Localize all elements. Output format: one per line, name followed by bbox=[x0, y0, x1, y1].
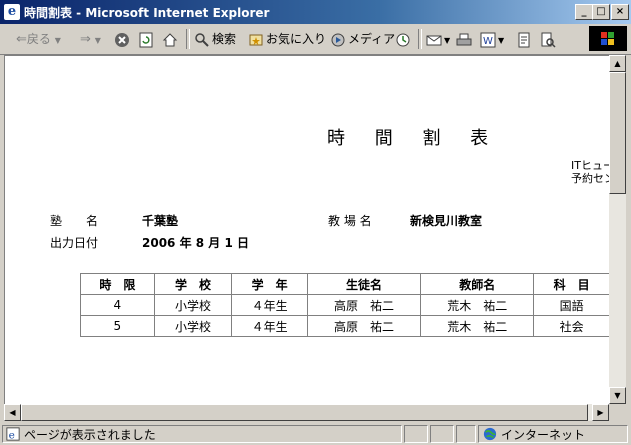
document-title: 時 間 割 表 bbox=[327, 128, 501, 149]
search-label: 検索 bbox=[212, 32, 237, 46]
print-button[interactable] bbox=[456, 28, 474, 50]
back-button[interactable]: ⇐戻る ▼ bbox=[16, 28, 61, 50]
search-button[interactable]: 検索 bbox=[194, 28, 236, 50]
school-value: 新検見川教室 bbox=[410, 214, 483, 228]
date-label: 出力日付 bbox=[50, 236, 99, 250]
favorites-icon bbox=[249, 34, 263, 45]
minimize-button[interactable]: _ bbox=[575, 4, 593, 20]
cell-period: 5 bbox=[80, 315, 155, 337]
cell-grade: ４年生 bbox=[231, 315, 308, 337]
juku-value: 千葉塾 bbox=[142, 214, 179, 228]
home-button[interactable] bbox=[162, 28, 180, 50]
svg-text:e: e bbox=[9, 429, 15, 441]
scroll-left-button[interactable]: ◀ bbox=[4, 404, 21, 421]
toolbar-separator bbox=[418, 29, 422, 49]
word-edit-icon: W bbox=[480, 32, 496, 47]
favorites-button[interactable]: お気に入り bbox=[248, 28, 326, 50]
research-button[interactable] bbox=[540, 28, 558, 50]
mail-button[interactable]: ▼ bbox=[426, 28, 450, 50]
close-button[interactable]: × bbox=[611, 4, 629, 20]
media-button[interactable]: メディア bbox=[330, 28, 395, 50]
media-label: メディア bbox=[348, 32, 396, 46]
date-value: 2006 年 8 月 1 日 bbox=[142, 236, 249, 250]
search-icon bbox=[195, 32, 209, 47]
cell-student: 高原 祐二 bbox=[306, 294, 422, 316]
back-label: 戻る bbox=[26, 32, 51, 46]
timetable: 時 限 学 校 学 年 生徒名 教師名 科 目 4 小学校 ４年生 高原 祐二 … bbox=[80, 273, 610, 337]
cell-teacher: 荒木 祐二 bbox=[420, 294, 535, 316]
scroll-up-button[interactable]: ▲ bbox=[609, 55, 626, 72]
title-bar: e 時間割表 - Microsoft Internet Explorer _ □… bbox=[0, 0, 631, 24]
table-row: 5 小学校 ４年生 高原 祐二 荒木 祐二 社会 bbox=[80, 315, 610, 337]
status-message: ページが表示されました bbox=[24, 428, 156, 442]
header-teacher: 教師名 bbox=[420, 273, 535, 295]
internet-globe-icon bbox=[483, 427, 497, 441]
cell-teacher: 荒木 祐二 bbox=[420, 315, 535, 337]
history-icon bbox=[396, 33, 410, 46]
stop-icon bbox=[115, 32, 129, 47]
research-icon bbox=[541, 32, 556, 48]
stop-button[interactable] bbox=[114, 28, 132, 50]
window-title: 時間割表 - Microsoft Internet Explorer bbox=[24, 6, 270, 20]
scroll-down-button[interactable]: ▼ bbox=[609, 387, 626, 404]
forward-button[interactable]: ⇒ ▼ bbox=[80, 28, 101, 50]
scroll-right-button[interactable]: ▶ bbox=[592, 404, 609, 421]
page-done-icon: e bbox=[6, 427, 20, 441]
table-header-row: 時 限 学 校 学 年 生徒名 教師名 科 目 bbox=[80, 273, 610, 295]
company-name: ITヒュー 予約セン bbox=[571, 159, 610, 185]
vertical-scrollbar[interactable]: ▲ ▼ bbox=[609, 55, 626, 404]
juku-label: 塾 名 bbox=[50, 214, 99, 228]
svg-text:W: W bbox=[483, 36, 493, 47]
zone-label: インターネット bbox=[501, 428, 586, 442]
maximize-button[interactable]: □ bbox=[592, 4, 610, 20]
edit-button[interactable]: W ▼ bbox=[480, 28, 504, 50]
header-student: 生徒名 bbox=[306, 273, 422, 295]
horizontal-scrollbar[interactable]: ◀ ▶ bbox=[4, 404, 609, 421]
header-school: 学 校 bbox=[153, 273, 233, 295]
refresh-icon bbox=[139, 32, 153, 47]
toolbar-separator bbox=[186, 29, 190, 49]
cell-student: 高原 祐二 bbox=[306, 315, 422, 337]
cell-school: 小学校 bbox=[153, 294, 233, 316]
cell-subject: 国語 bbox=[533, 294, 610, 316]
cell-school: 小学校 bbox=[153, 315, 233, 337]
history-button[interactable] bbox=[395, 28, 413, 50]
favorites-label: お気に入り bbox=[266, 32, 327, 46]
status-panel bbox=[430, 425, 454, 443]
page-content: 時 間 割 表 ITヒュー 予約セン 塾 名 千葉塾 教 場 名 新検見川教室 … bbox=[4, 55, 610, 405]
home-icon bbox=[162, 32, 178, 46]
school-label: 教 場 名 bbox=[328, 214, 372, 228]
browser-window: e 時間割表 - Microsoft Internet Explorer _ □… bbox=[0, 0, 631, 445]
discuss-button[interactable] bbox=[516, 28, 534, 50]
cell-subject: 社会 bbox=[533, 315, 610, 337]
status-panel bbox=[404, 425, 428, 443]
company-line-1: ITヒュー bbox=[571, 159, 610, 172]
header-grade: 学 年 bbox=[231, 273, 308, 295]
status-panel bbox=[456, 425, 476, 443]
media-icon bbox=[331, 33, 345, 46]
cell-period: 4 bbox=[80, 294, 155, 316]
company-line-2: 予約セン bbox=[571, 172, 610, 185]
refresh-button[interactable] bbox=[138, 28, 156, 50]
horizontal-scroll-thumb[interactable] bbox=[21, 404, 588, 421]
standard-toolbar: ⇐戻る ▼ ⇒ ▼ 検索 お気に入り メディア ▼ W ▼ bbox=[0, 24, 631, 55]
vertical-scroll-thumb[interactable] bbox=[609, 72, 626, 194]
windows-logo-icon bbox=[589, 26, 627, 51]
status-bar: e ページが表示されました インターネット bbox=[0, 422, 631, 445]
header-period: 時 限 bbox=[80, 273, 155, 295]
discuss-icon bbox=[518, 32, 530, 47]
back-arrow-icon: ⇐ bbox=[16, 32, 27, 47]
mail-icon bbox=[426, 35, 442, 45]
cell-grade: ４年生 bbox=[231, 294, 308, 316]
print-icon bbox=[456, 33, 472, 45]
scrollbar-corner bbox=[609, 404, 626, 421]
ie-logo-icon: e bbox=[4, 4, 20, 20]
forward-arrow-icon: ⇒ bbox=[80, 32, 91, 47]
header-subject: 科 目 bbox=[533, 273, 610, 295]
table-row: 4 小学校 ４年生 高原 祐二 荒木 祐二 国語 bbox=[80, 294, 610, 316]
